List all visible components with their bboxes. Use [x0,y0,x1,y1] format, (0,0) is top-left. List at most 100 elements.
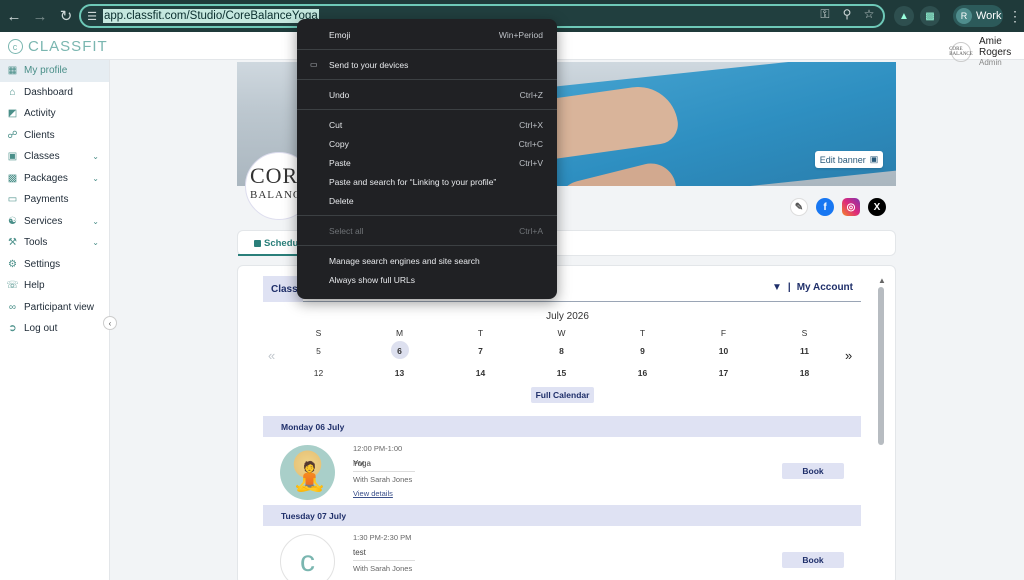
calendar-day[interactable]: 7 [440,346,521,356]
reload-icon[interactable]: ↻ [54,4,78,28]
calendar-day-selected[interactable]: 6 [359,346,440,356]
sidebar-item-packages[interactable]: ▩ Packages ⌄ [0,168,109,190]
calendar-day[interactable]: 8 [521,346,602,356]
sidebar-item-my-profile[interactable]: ▦ My profile [0,60,109,82]
calendar-day[interactable]: 16 [602,368,683,378]
user-menu[interactable]: CORE BALANCE Amie Rogers Admin [949,36,1024,67]
edit-banner-button[interactable]: Edit banner ▣ [815,151,883,168]
clients-icon: ☍ [7,129,18,141]
weekday-label: T [477,328,484,338]
sidebar-item-label: Clients [24,129,55,141]
menu-item-label: Emoji [329,29,351,40]
activity-icon: ◩ [7,108,18,120]
sidebar-item-label: Participant view [24,301,95,313]
bookmark-star-icon[interactable]: ☆ [861,7,877,22]
calendar-day[interactable]: 12 [278,368,359,378]
services-icon: ☯ [8,215,17,227]
sidebar-item-dashboard[interactable]: ⌂ Dashboard [0,82,109,104]
profile-button[interactable]: R Work [953,5,1003,27]
calendar-day[interactable]: 10 [683,346,764,356]
sidebar-item-label: Log out [24,323,58,335]
facebook-icon[interactable]: f [816,198,834,216]
profile-label: Work [976,10,1002,22]
previous-week-icon[interactable]: « [268,348,275,363]
site-info-icon[interactable]: ☰ [81,10,103,23]
menu-item-copy[interactable]: Copy Ctrl+C [297,134,557,153]
filter-icon[interactable]: ▼ [772,282,782,293]
class-thumbnail[interactable]: 🧘 [280,445,335,500]
sidebar-item-classes[interactable]: ▣ Classes ⌄ [0,146,109,168]
sidebar-item-log-out[interactable]: ➲ Log out [0,318,109,340]
calendar-day[interactable]: 13 [359,368,440,378]
full-calendar-button[interactable]: Full Calendar [531,387,594,403]
browser-menu-icon[interactable]: ⋮ [1008,8,1022,25]
schedule-card: Class ▼ | My Account July 2026 S M T W T… [237,265,896,580]
back-icon[interactable]: ← [2,4,26,28]
scrollbar-thumb[interactable] [878,287,884,445]
sidebar-item-services[interactable]: ☯ Services ⌄ [0,211,109,233]
collapse-sidebar-button[interactable]: ‹ [103,316,117,330]
edit-pencil-icon[interactable]: ✎ [790,198,808,216]
zoom-icon[interactable]: ⚲ [839,7,855,22]
menu-shortcut: Win+Period [498,29,543,40]
sidebar-item-activity[interactable]: ◩ Activity [0,103,109,125]
classfit-logo[interactable]: с CLASSFIT [8,38,108,55]
password-key-icon[interactable]: ⚿ [817,7,833,22]
calendar-day[interactable]: 17 [683,368,764,378]
calendar-day[interactable]: 14 [440,368,521,378]
calendar-day[interactable]: 15 [521,368,602,378]
headset-icon: ☏ [6,280,19,292]
extension-icon[interactable]: ▲ [894,6,914,26]
menu-item-send-to-devices[interactable]: ▭ Send to your devices [297,55,557,74]
logo-text: CLASSFIT [28,38,108,55]
calendar-day[interactable]: 18 [764,368,845,378]
divider: | [787,282,791,293]
book-button[interactable]: Book [782,552,844,568]
book-button[interactable]: Book [782,463,844,479]
extensions-puzzle-icon[interactable]: ▩ [920,6,940,26]
view-details-link[interactable]: View details [353,486,415,501]
sidebar-item-payments[interactable]: ▭ Payments [0,189,109,211]
class-thumbnail[interactable]: с [280,534,335,580]
sidebar-item-label: My profile [24,65,68,77]
sidebar-item-participant-view[interactable]: ∞ Participant view [0,297,109,319]
next-week-icon[interactable]: » [845,348,852,363]
sidebar-item-clients[interactable]: ☍ Clients [0,125,109,147]
menu-item-emoji[interactable]: Emoji Win+Period [297,25,557,44]
menu-item-undo[interactable]: Undo Ctrl+Z [297,85,557,104]
menu-item-manage-search-engines[interactable]: Manage search engines and site search [297,251,557,270]
menu-item-label: Copy [329,138,349,149]
social-links: ✎ f ◎ X [790,198,886,216]
sidebar-item-tools[interactable]: ⚒ Tools ⌄ [0,232,109,254]
sidebar-item-help[interactable]: ☏ Help [0,275,109,297]
url-text[interactable]: app.classfit.com/Studio/CoreBalanceYoga [103,9,319,23]
user-role: Admin [979,58,1002,67]
calendar-day[interactable]: 5 [278,346,359,356]
calendar-day[interactable]: 9 [602,346,683,356]
menu-item-label: Delete [329,195,354,206]
instagram-icon[interactable]: ◎ [842,198,860,216]
menu-item-paste[interactable]: Paste Ctrl+V [297,153,557,172]
sidebar-item-label: Services [24,215,63,227]
my-account-link[interactable]: My Account [797,282,853,293]
calendar-weekdays: S M T W T F S [278,328,845,338]
menu-item-show-full-urls[interactable]: Always show full URLs [297,270,557,289]
logout-icon: ➲ [8,323,17,335]
forward-icon[interactable]: → [28,4,52,28]
x-twitter-icon[interactable]: X [868,198,886,216]
menu-item-label: Manage search engines and site search [329,255,480,266]
avatar: CORE BALANCE [949,41,973,62]
chevron-down-icon: ⌄ [92,238,99,248]
menu-item-label: Send to your devices [329,59,409,70]
sidebar-item-settings[interactable]: ⚙ Settings [0,254,109,276]
menu-item-delete[interactable]: Delete [297,191,557,210]
menu-item-cut[interactable]: Cut Ctrl+X [297,115,557,134]
calendar-day[interactable]: 11 [764,346,845,356]
user-name: Amie Rogers [979,36,1012,58]
menu-item-label: Paste [329,157,351,168]
scroll-up-icon[interactable]: ▲ [878,276,886,285]
menu-item-paste-and-search[interactable]: Paste and search for “Linking to your pr… [297,172,557,191]
session-instructor: With Sarah Jones [353,560,415,575]
menu-shortcut: Ctrl+V [519,157,543,168]
calendar-month: July 2026 [546,311,589,322]
